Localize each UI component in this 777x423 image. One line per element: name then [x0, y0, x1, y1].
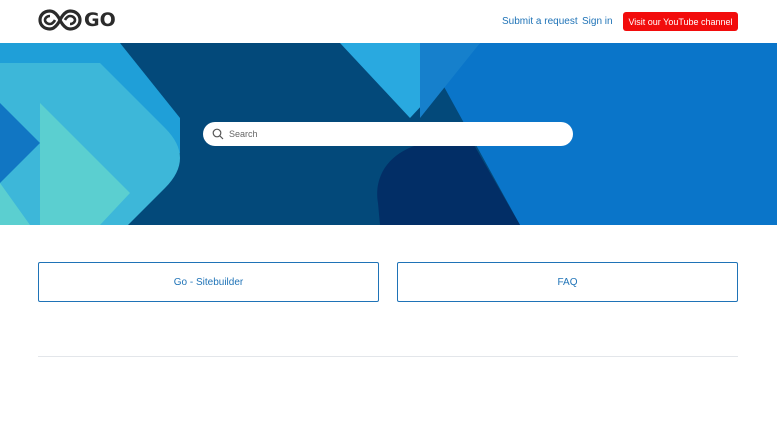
search-icon [212, 128, 224, 140]
youtube-channel-button[interactable]: Visit our YouTube channel [623, 12, 738, 31]
logo[interactable]: GO [38, 8, 116, 32]
infinity-logo-icon [38, 9, 82, 31]
category-card-faq[interactable]: FAQ [397, 262, 738, 302]
section-divider [38, 356, 738, 357]
site-header: GO Submit a request Sign in Visit our Yo… [0, 0, 777, 43]
submit-request-link[interactable]: Submit a request [502, 16, 578, 27]
category-card-go-sitebuilder[interactable]: Go - Sitebuilder [38, 262, 379, 302]
logo-text: GO [84, 9, 116, 31]
search-bar[interactable] [203, 122, 573, 146]
sign-in-link[interactable]: Sign in [582, 16, 613, 27]
search-input[interactable] [229, 125, 559, 143]
